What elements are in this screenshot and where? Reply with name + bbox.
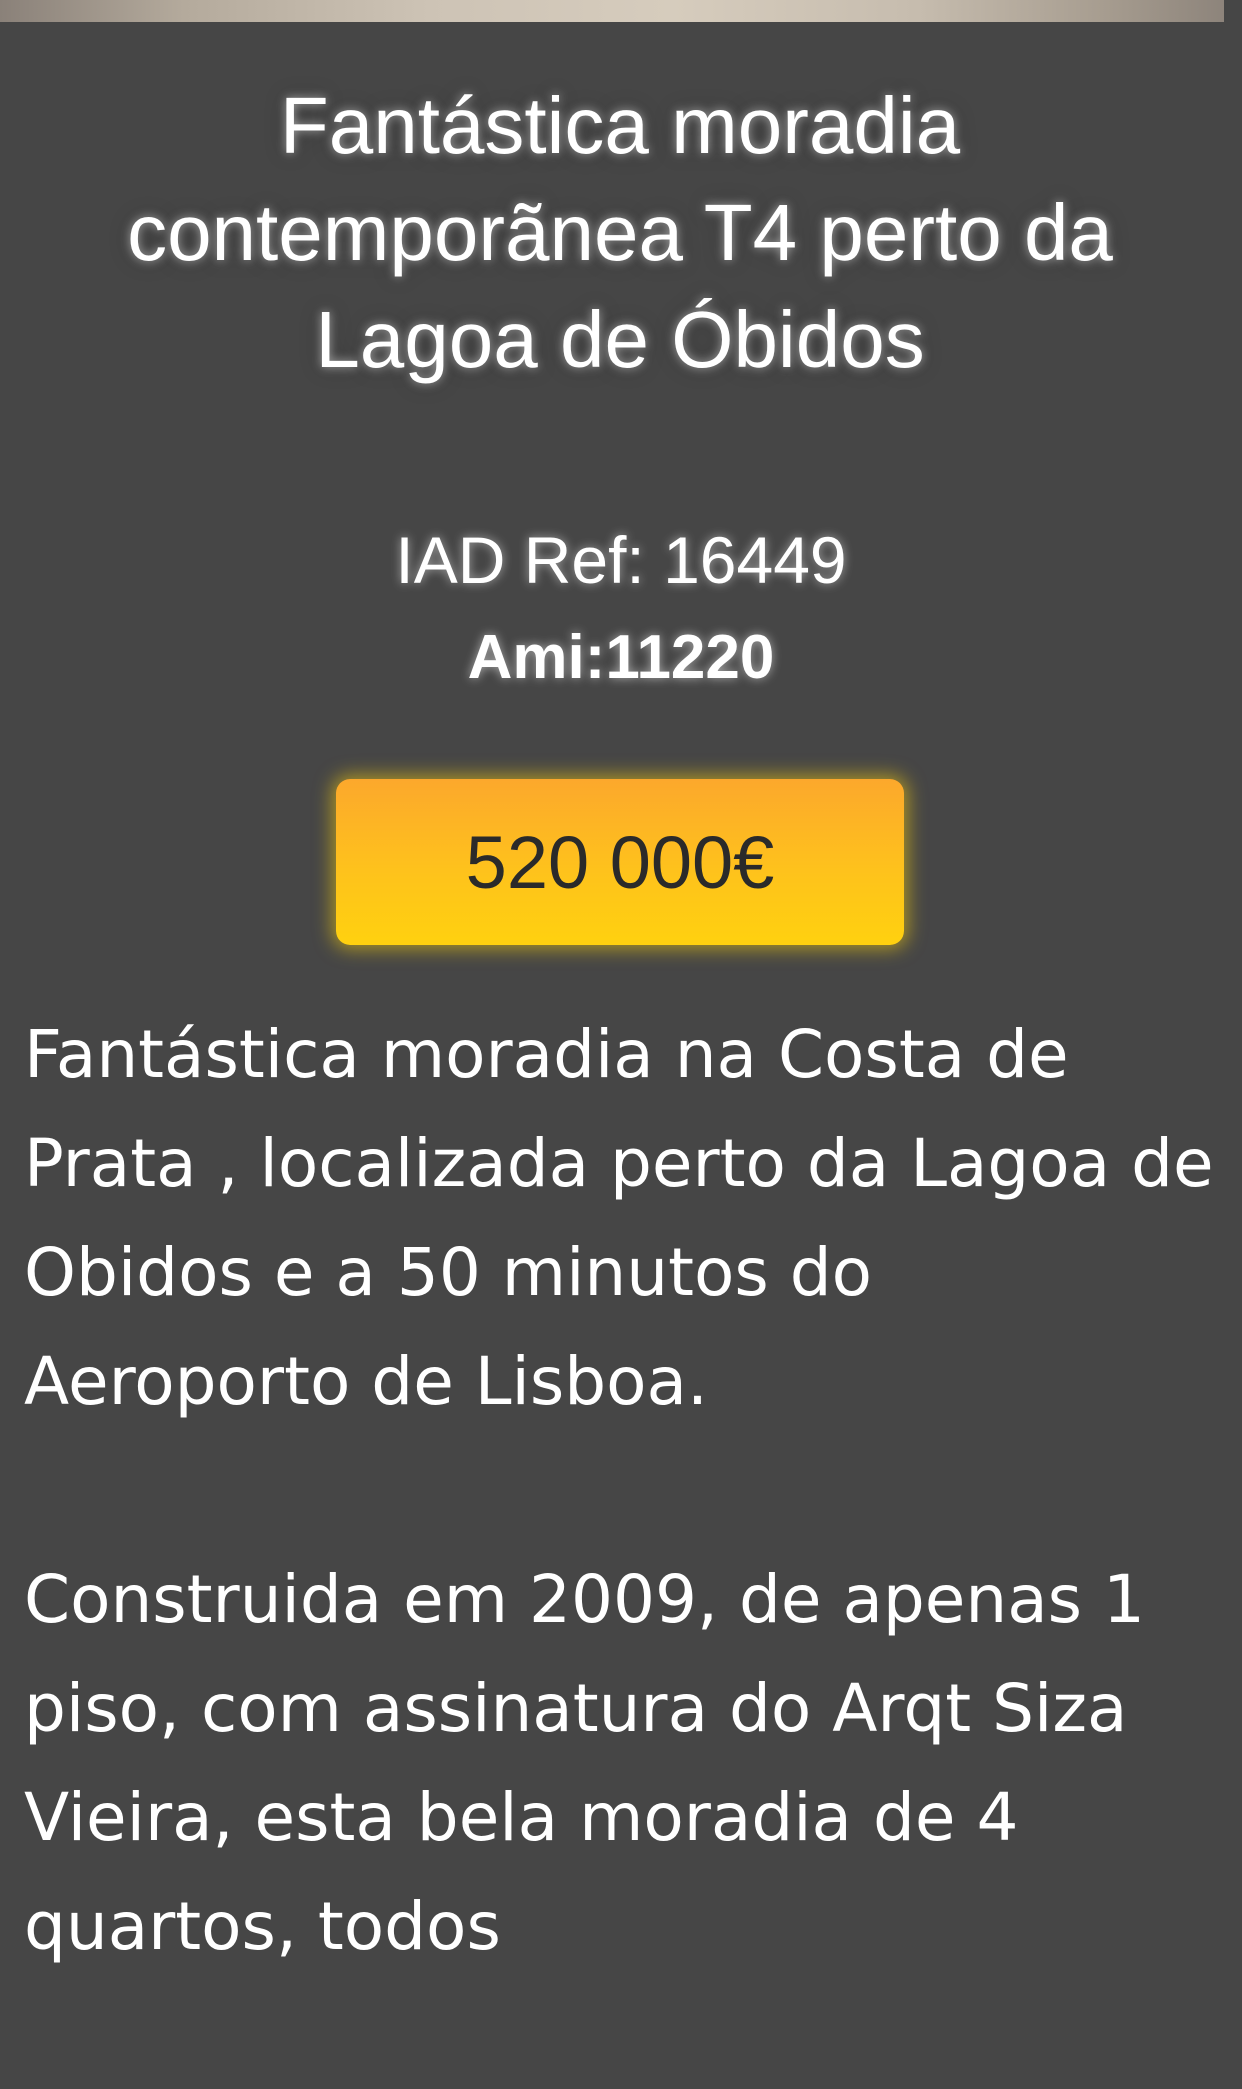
reference-number: IAD Ref: 16449 (395, 523, 847, 597)
hero-image (0, 0, 1224, 22)
hero-image-edge (1224, 0, 1242, 22)
description-paragraph: Fantástica moradia na Costa de Prata , l… (24, 1016, 1214, 1420)
price-button[interactable]: 520 000€ (336, 779, 904, 945)
listing-title: Fantástica moradia contemporãnea T4 pert… (127, 81, 1113, 384)
ami-license: Ami:11220 (467, 623, 775, 692)
description-paragraph: Construida em 2009, de apenas 1 piso, co… (24, 1561, 1146, 1965)
listing-description: Fantástica moradia na Costa de Prata , l… (24, 1000, 1214, 1981)
